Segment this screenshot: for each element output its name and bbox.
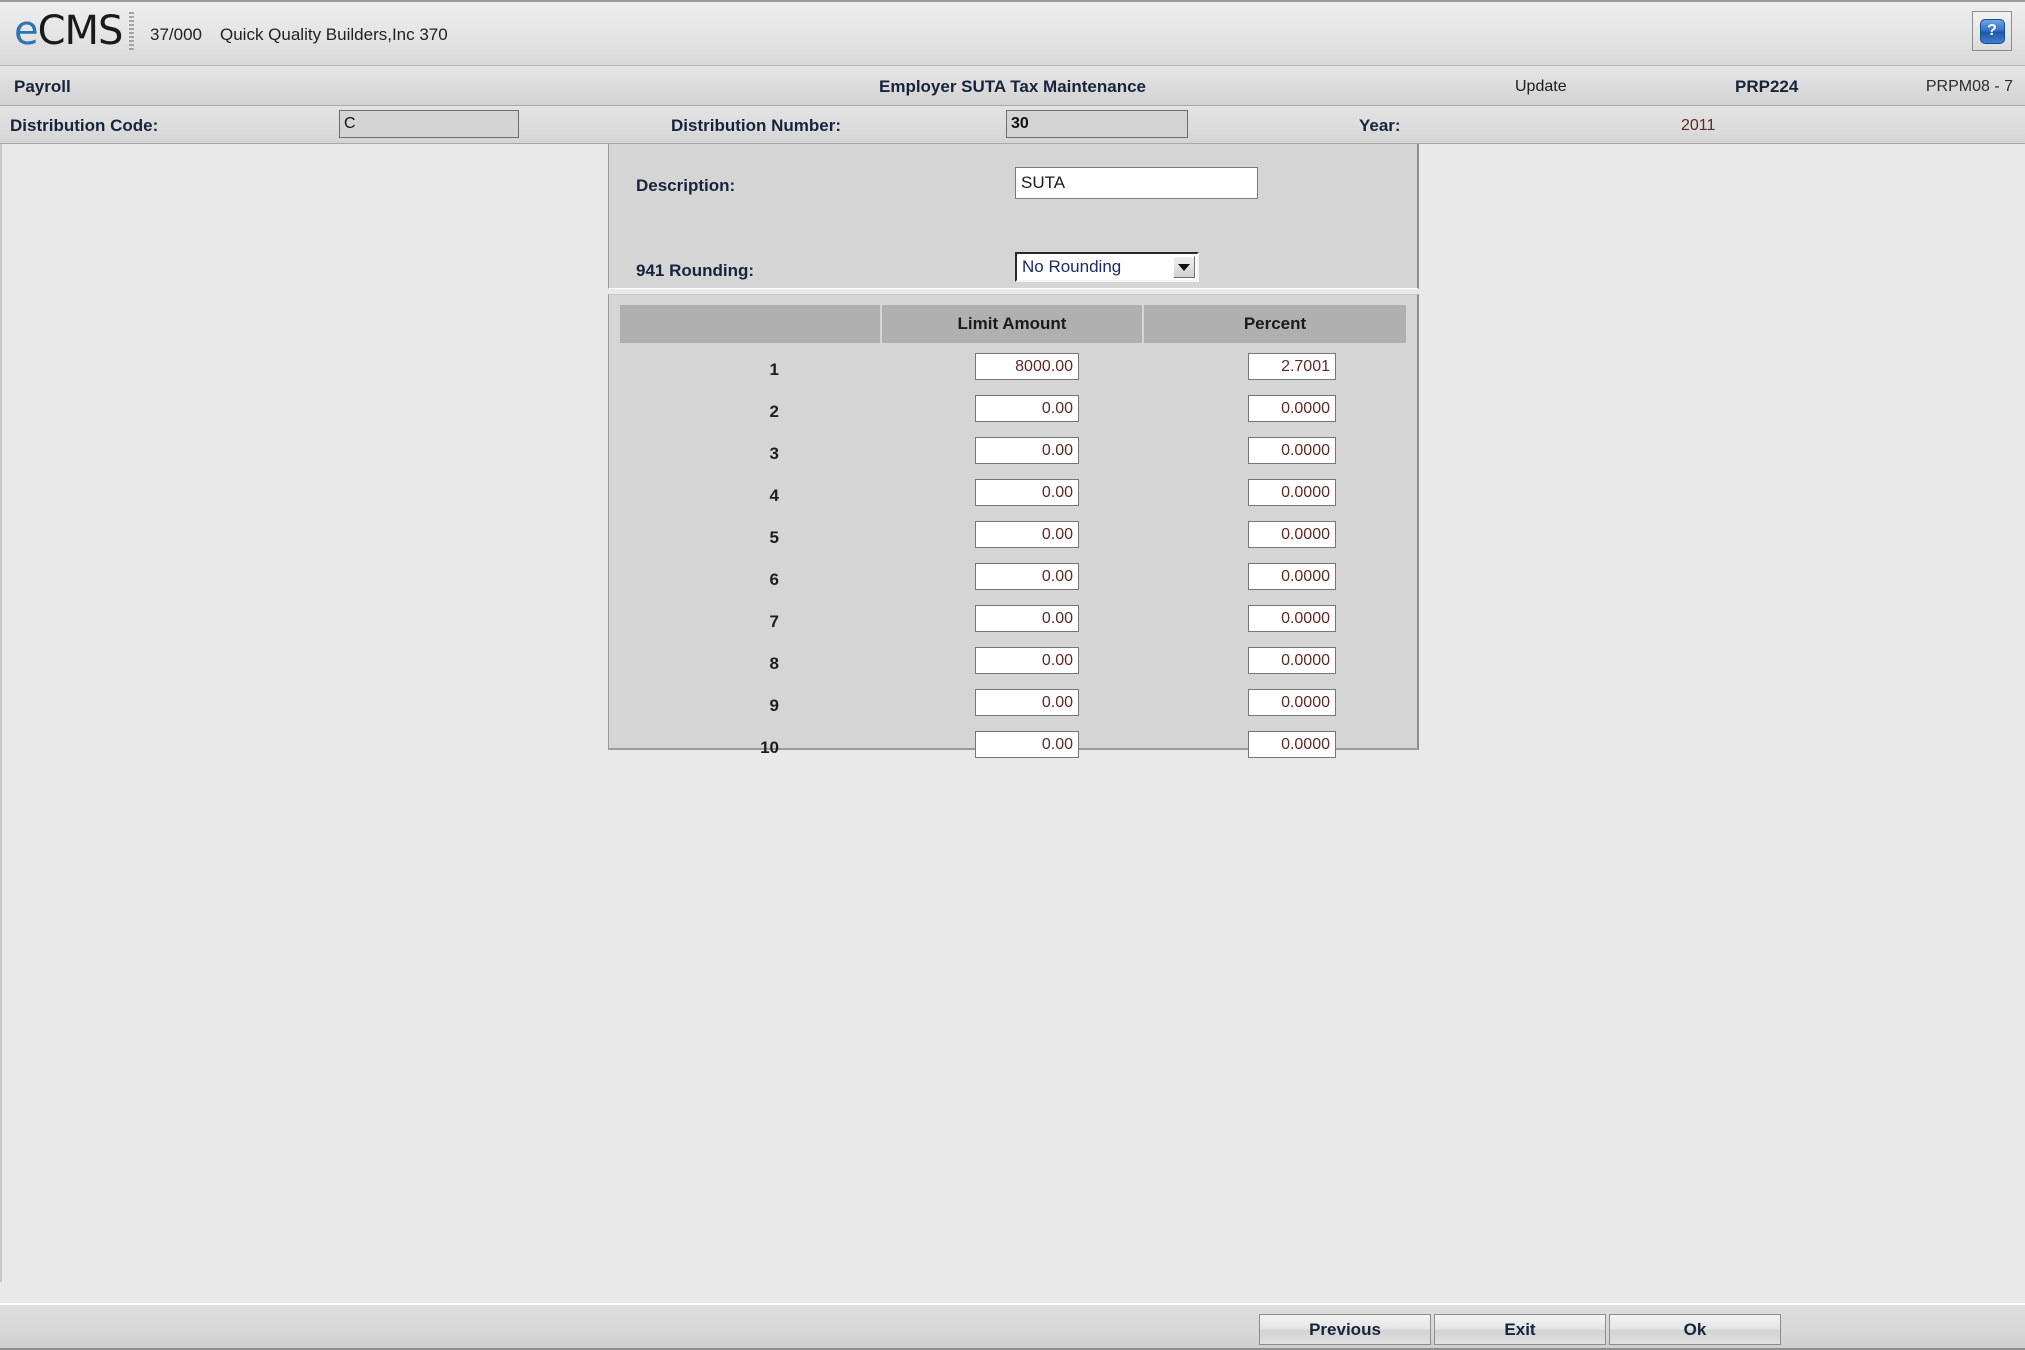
ecms-logo: eCMS [14,8,124,54]
percent-input[interactable] [1248,605,1336,632]
percent-input[interactable] [1248,689,1336,716]
table-row: 7 [620,603,1406,645]
grid-header-row: Limit Amount Percent [620,305,1406,343]
table-row: 9 [620,687,1406,729]
table-row: 10 [620,729,1406,771]
question-mark-icon: ? [1979,18,2005,44]
page-title: Employer SUTA Tax Maintenance [878,77,1147,96]
logo-e-letter: e [14,8,39,54]
row-number: 5 [769,528,779,547]
program-id: PRP224 [1735,77,1799,96]
footer-bar: Previous Exit Ok [0,1303,2025,1350]
row-number: 8 [769,654,779,673]
percent-input[interactable] [1248,563,1336,590]
rounding-label: 941 Rounding: [636,261,755,280]
module-bar: Payroll Employer SUTA Tax Maintenance Up… [0,66,2025,106]
row-number: 1 [769,360,779,379]
company-name: Quick Quality Builders,Inc 370 [220,25,448,44]
limit-amount-input[interactable] [975,647,1079,674]
limit-amount-input[interactable] [975,521,1079,548]
table-row: 4 [620,477,1406,519]
limit-amount-input[interactable] [975,563,1079,590]
percent-input[interactable] [1248,437,1336,464]
content-area: Description: 941 Rounding: No Rounding L… [0,144,2025,1282]
ok-button[interactable]: Ok [1609,1314,1781,1345]
grid-header-number [620,305,882,343]
logo-cms-letters: CMS [37,8,124,54]
exit-button[interactable]: Exit [1434,1314,1606,1345]
detail-form-panel: Description: 941 Rounding: No Rounding [608,144,1419,289]
previous-button[interactable]: Previous [1259,1314,1431,1345]
limit-amount-input[interactable] [975,395,1079,422]
table-row: 8 [620,645,1406,687]
row-number: 2 [769,402,779,421]
limit-amount-input[interactable] [975,689,1079,716]
row-number: 10 [760,738,779,757]
row-number: 4 [769,486,779,505]
limit-amount-input[interactable] [975,731,1079,758]
chevron-down-icon[interactable] [1173,256,1195,278]
table-row: 6 [620,561,1406,603]
year-value: 2011 [1681,117,1716,134]
distribution-number-label: Distribution Number: [671,116,841,135]
description-input[interactable] [1015,167,1258,199]
percent-input[interactable] [1248,395,1336,422]
rounding-dropdown[interactable]: No Rounding [1015,252,1199,282]
distribution-number-input[interactable] [1006,110,1188,138]
distribution-code-input[interactable] [339,110,519,138]
percent-input[interactable] [1248,731,1336,758]
distribution-code-label: Distribution Code: [10,116,159,135]
table-row: 2 [620,393,1406,435]
company-code: 37/000 [150,25,202,44]
brand-bar: eCMS 37/000 Quick Quality Builders,Inc 37… [0,0,2025,66]
percent-input[interactable] [1248,647,1336,674]
grid-header-percent: Percent [1144,305,1406,343]
table-row: 1 [620,351,1406,393]
brand-divider [129,12,134,52]
percent-input[interactable] [1248,353,1336,380]
key-field-bar: Distribution Code: Distribution Number: … [0,106,2025,144]
limit-amount-input[interactable] [975,605,1079,632]
rate-grid-panel: Limit Amount Percent 1 2 3 4 5 6 7 8 9 10 [608,294,1419,758]
description-label: Description: [636,176,736,195]
row-number: 3 [769,444,779,463]
row-number: 6 [769,570,779,589]
table-row: 3 [620,435,1406,477]
row-number: 9 [769,696,779,715]
percent-input[interactable] [1248,521,1336,548]
rounding-selected-value: No Rounding [1022,257,1122,276]
row-number: 7 [769,612,779,631]
table-row: 5 [620,519,1406,561]
limit-amount-input[interactable] [975,437,1079,464]
grid-header-limit-amount: Limit Amount [882,305,1144,343]
mode-indicator: Update [1515,78,1567,95]
percent-input[interactable] [1248,479,1336,506]
company-identity: 37/000 Quick Quality Builders,Inc 370 [150,25,448,45]
limit-amount-input[interactable] [975,353,1079,380]
help-button[interactable]: ? [1972,11,2012,51]
screen-id: PRPM08 - 7 [1925,78,2013,95]
limit-amount-input[interactable] [975,479,1079,506]
year-label: Year: [1359,116,1401,135]
